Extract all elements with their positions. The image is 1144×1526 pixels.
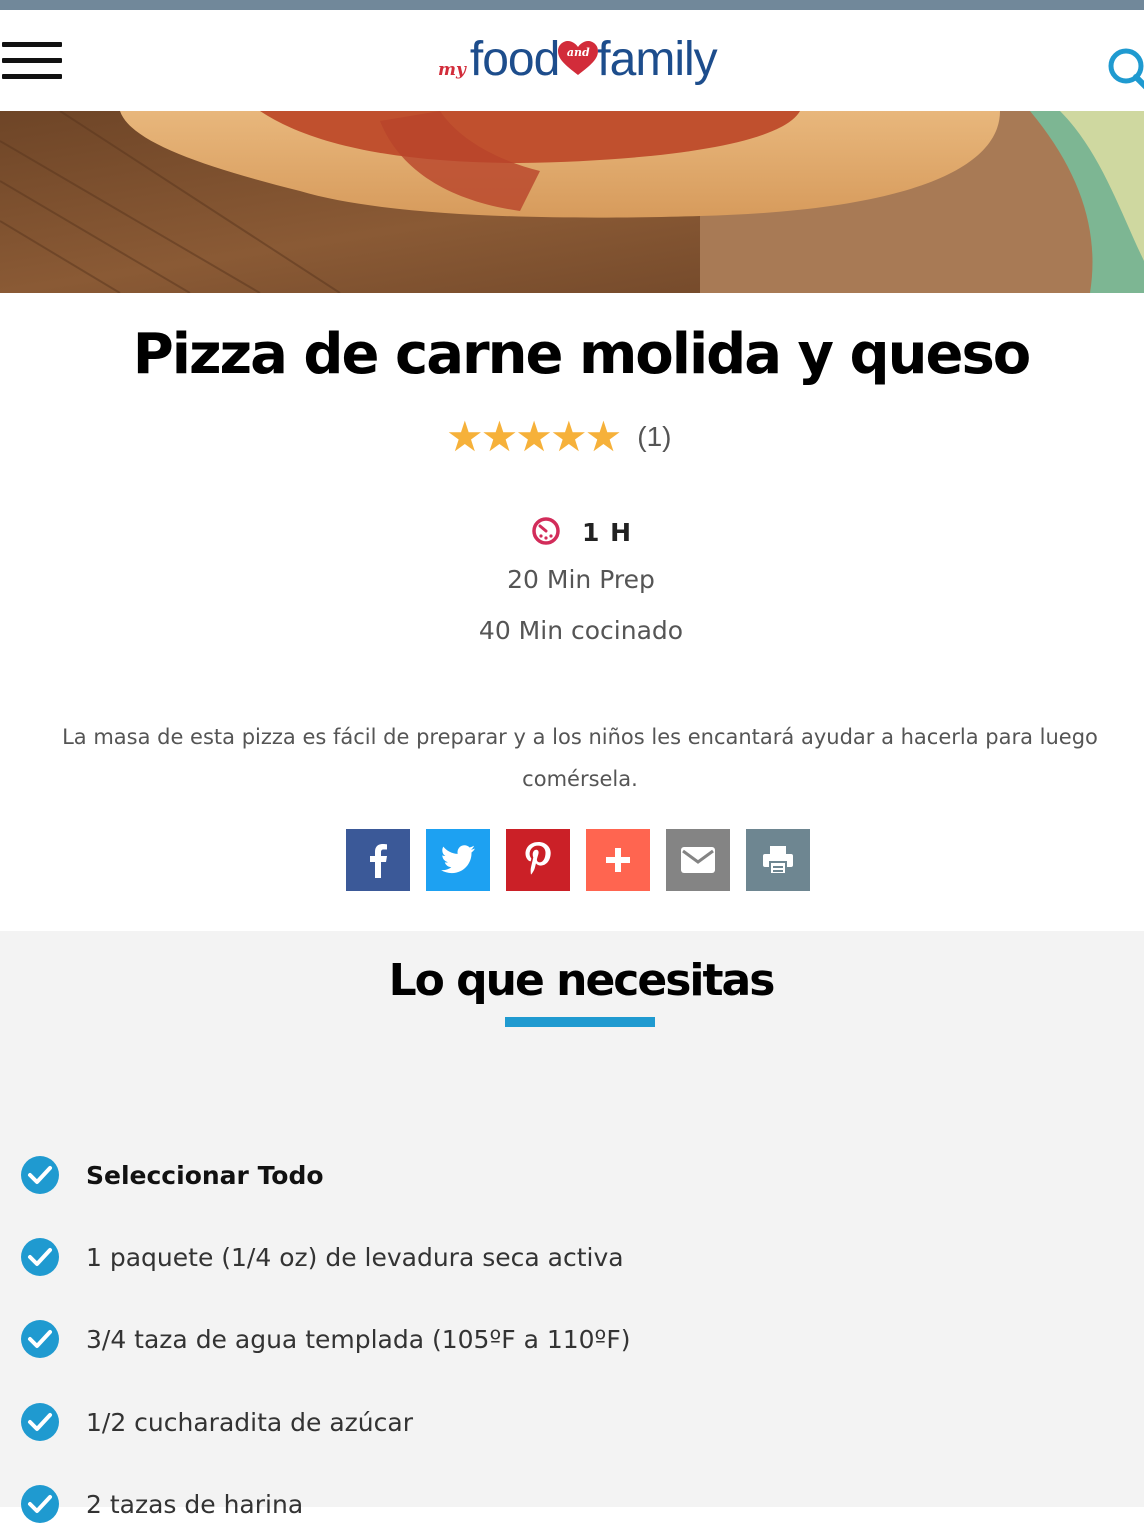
ingredient-item[interactable]: 1 paquete (1/4 oz) de levadura seca acti…: [20, 1235, 624, 1279]
site-logo[interactable]: my food and family: [438, 32, 718, 96]
select-all-label: Seleccionar Todo: [86, 1160, 324, 1190]
ingredient-label: 2 tazas de harina: [86, 1489, 304, 1519]
more-share-button[interactable]: [586, 829, 650, 891]
heading-underline: [505, 1017, 655, 1027]
ingredient-item[interactable]: 2 tazas de harina: [20, 1482, 303, 1526]
ingredients-section: Lo que necesitas Seleccionar Todo 1 paqu…: [0, 931, 1144, 1523]
timer-icon: [530, 514, 562, 550]
pinterest-share-button[interactable]: [506, 829, 570, 891]
rating[interactable]: ★★★★★ (1): [446, 412, 672, 461]
search-icon[interactable]: [1104, 46, 1144, 90]
print-button[interactable]: [746, 829, 810, 891]
recipe-description-continued: comérsela.: [522, 767, 638, 791]
logo-my: my: [438, 60, 466, 80]
check-circle-icon: [21, 1320, 59, 1358]
facebook-share-button[interactable]: [346, 829, 410, 891]
twitter-share-button[interactable]: [426, 829, 490, 891]
logo-and: and: [566, 46, 590, 59]
ingredient-label: 3/4 taza de agua templada (105ºF a 110ºF…: [86, 1324, 631, 1354]
rating-count: (1): [637, 421, 672, 452]
ingredient-label: 1/2 cucharadita de azúcar: [86, 1407, 413, 1437]
ingredient-label: 1 paquete (1/4 oz) de levadura seca acti…: [86, 1242, 624, 1272]
printer-icon: [763, 846, 793, 875]
ingredient-item[interactable]: 1/2 cucharadita de azúcar: [20, 1400, 413, 1444]
logo-family: family: [597, 33, 717, 86]
hamburger-menu-icon[interactable]: [2, 42, 62, 82]
facebook-icon: [370, 844, 387, 878]
email-share-button[interactable]: [666, 829, 730, 891]
email-icon: [681, 847, 715, 873]
hero-image: [0, 111, 1144, 293]
cook-time: 40 Min cocinado: [478, 616, 684, 645]
twitter-icon: [441, 845, 475, 874]
logo-food: food: [469, 33, 560, 86]
check-circle-icon: [21, 1485, 59, 1523]
total-time: 1 H: [530, 514, 632, 550]
recipe-description: La masa de esta pizza es fácil de prepar…: [62, 725, 1098, 749]
share-bar: [346, 829, 810, 891]
select-all-checkbox[interactable]: Seleccionar Todo: [20, 1153, 324, 1197]
site-header: my food and family: [0, 10, 1144, 111]
prep-time: 20 Min Prep: [507, 565, 655, 594]
total-time-value: 1 H: [582, 517, 633, 547]
ingredients-heading: Lo que necesitas: [388, 955, 776, 1006]
check-circle-icon: [21, 1238, 59, 1276]
plus-icon: [606, 848, 630, 872]
top-strip: [0, 0, 1144, 10]
recipe-title: Pizza de carne molida y queso: [132, 322, 1032, 387]
check-circle-icon: [21, 1156, 59, 1194]
rating-stars: ★★★★★: [446, 412, 622, 461]
heart-icon: and: [557, 41, 599, 77]
pinterest-icon: [525, 842, 551, 875]
check-circle-icon: [21, 1403, 59, 1441]
ingredient-item[interactable]: 3/4 taza de agua templada (105ºF a 110ºF…: [20, 1317, 630, 1361]
